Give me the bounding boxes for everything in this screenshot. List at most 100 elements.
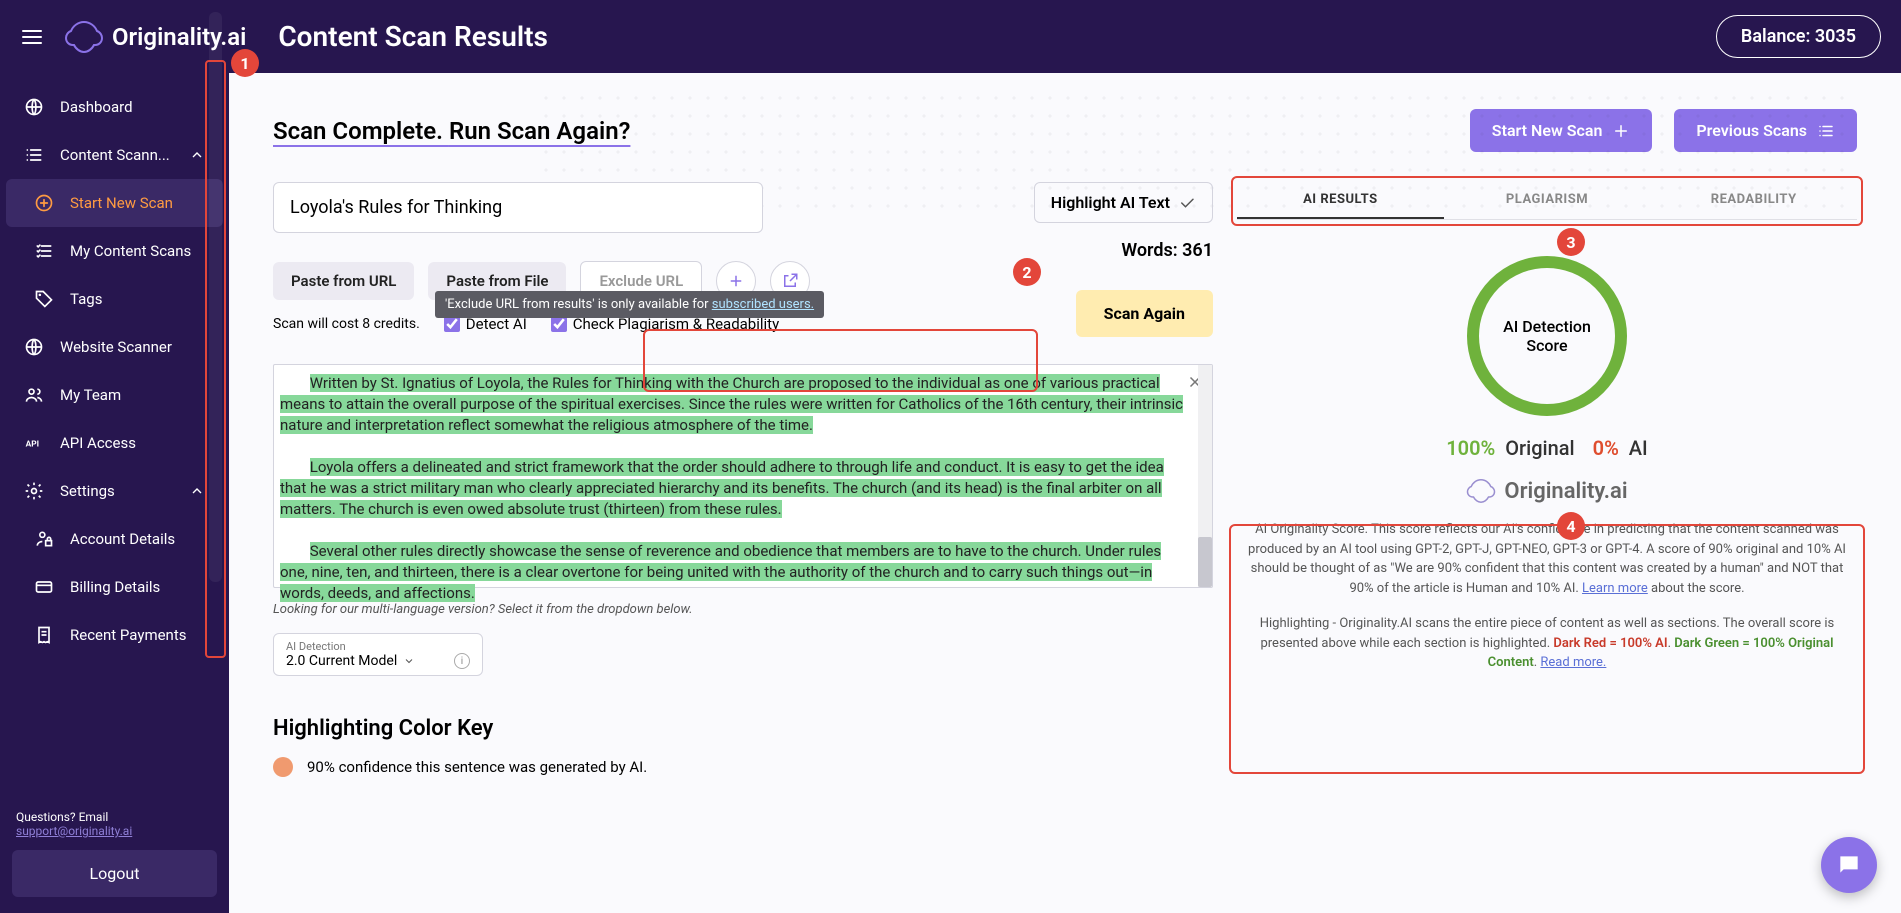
sidebar-item-billing-details[interactable]: Billing Details [6, 563, 223, 611]
check-icon [1178, 194, 1196, 212]
sidebar-item-start-new-scan[interactable]: Start New Scan [6, 179, 223, 227]
color-key-title: Highlighting Color Key [273, 716, 1213, 741]
model-select[interactable]: AI Detection 2.0 Current Model i [273, 633, 483, 676]
multilang-hint: Looking for our multi-language version? … [273, 602, 1213, 617]
receipt-icon [34, 625, 54, 645]
sidebar-item-label: Content Scann... [60, 146, 170, 164]
exclude-url-tooltip: 'Exclude URL from results' is only avail… [435, 291, 824, 318]
sidebar-item-label: My Team [60, 386, 121, 404]
model-select-value: 2.0 Current Model [286, 653, 397, 669]
sidebar-item-account-details[interactable]: Account Details [6, 515, 223, 563]
main-content: Scan Complete. Run Scan Again? Start New… [229, 73, 1901, 913]
annotation-1: 1 [231, 49, 259, 77]
info-icon[interactable]: i [454, 653, 470, 669]
model-select-label: AI Detection [286, 640, 470, 653]
gauge-label-2: Score [1526, 336, 1567, 355]
gauge-label-1: AI Detection [1503, 317, 1591, 336]
color-key-row: 90% confidence this sentence was generat… [273, 757, 1213, 777]
original-score: 100% Original [1446, 436, 1574, 460]
hamburger-icon[interactable] [20, 25, 44, 49]
chevron-down-icon [403, 655, 415, 667]
sidebar-item-label: My Content Scans [70, 242, 191, 260]
previous-scans-button[interactable]: Previous Scans [1674, 109, 1857, 152]
sidebar-item-label: API Access [60, 434, 136, 452]
api-icon: API [24, 433, 44, 453]
editor-scroll-thumb[interactable] [1198, 537, 1212, 587]
sidebar-item-recent-payments[interactable]: Recent Payments [6, 611, 223, 659]
learn-more-link[interactable]: Learn more [1582, 581, 1648, 596]
color-key-text: 90% confidence this sentence was generat… [307, 758, 647, 776]
app-header: Originality.ai Content Scan Results Bala… [0, 0, 1901, 73]
sidebar: Dashboard Content Scann... Start New Scan M… [0, 73, 229, 913]
editor-paragraph-1: Written by St. Ignatius of Loyola, the R… [280, 374, 1183, 434]
gauge-section: AI Detection Score 100% Original 0% AI O… [1237, 256, 1857, 504]
sidebar-item-my-content-scans[interactable]: My Content Scans [6, 227, 223, 275]
sidebar-item-api-access[interactable]: API API Access [6, 419, 223, 467]
color-swatch [273, 757, 293, 777]
score-description: AI Originality Score. This score reflect… [1237, 520, 1857, 598]
tab-ai-results[interactable]: AI RESULTS [1237, 182, 1444, 219]
sidebar-item-my-team[interactable]: My Team [6, 371, 223, 419]
paste-from-url-button[interactable]: Paste from URL [273, 262, 414, 300]
gear-icon [24, 481, 44, 501]
svg-text:API: API [26, 439, 39, 449]
sidebar-item-website-scanner[interactable]: Website Scanner [6, 323, 223, 371]
previous-scans-label: Previous Scans [1696, 121, 1807, 140]
sidebar-item-label: Dashboard [60, 98, 133, 116]
scan-complete-heading: Scan Complete. Run Scan Again? [273, 117, 630, 145]
chat-fab[interactable] [1821, 837, 1877, 893]
check-plagiarism-input[interactable] [551, 316, 567, 332]
balance-pill[interactable]: Balance: 3035 [1716, 15, 1881, 58]
sidebar-item-tags[interactable]: Tags [6, 275, 223, 323]
sidebar-scrollbar[interactable] [209, 12, 222, 582]
ai-score: 0% AI [1593, 436, 1648, 460]
sidebar-footer: Questions? Email support@originality.ai [0, 798, 229, 850]
editor-paragraph-2: Loyola offers a delineated and strict fr… [280, 458, 1164, 518]
sidebar-item-label: Website Scanner [60, 338, 172, 356]
sidebar-item-label: Billing Details [70, 578, 160, 596]
tag-icon [34, 289, 54, 309]
users-icon [24, 385, 44, 405]
plus-icon [727, 272, 745, 290]
annotation-3: 3 [1557, 228, 1585, 256]
start-new-scan-label: Start New Scan [1492, 121, 1603, 140]
plus-icon [1612, 122, 1630, 140]
words-count: Words: 361 [1121, 240, 1213, 261]
highlight-ai-toggle[interactable]: Highlight AI Text [1034, 182, 1213, 223]
page-title: Content Scan Results [278, 20, 548, 53]
left-column: Highlight AI Text Words: 361 Scan Again … [273, 182, 1213, 777]
sidebar-item-label: Settings [60, 482, 115, 500]
ai-detection-gauge: AI Detection Score [1467, 256, 1627, 416]
questions-label: Questions? Email [16, 810, 108, 824]
sidebar-item-label: Recent Payments [70, 626, 186, 644]
logout-button[interactable]: Logout [12, 850, 217, 897]
sidebar-item-settings[interactable]: Settings [6, 467, 223, 515]
right-column: AI RESULTS PLAGIARISM READABILITY AI Det… [1237, 182, 1857, 673]
card-icon [34, 577, 54, 597]
support-email-link[interactable]: support@originality.ai [16, 824, 132, 838]
subscribed-users-link[interactable]: subscribed users. [712, 297, 814, 312]
top-row: Scan Complete. Run Scan Again? Start New… [273, 109, 1857, 152]
detect-ai-input[interactable] [444, 316, 460, 332]
sidebar-item-label: Tags [70, 290, 102, 308]
highlight-ai-label: Highlight AI Text [1051, 193, 1170, 212]
result-tabs: AI RESULTS PLAGIARISM READABILITY [1237, 182, 1857, 220]
tab-plagiarism[interactable]: PLAGIARISM [1444, 182, 1651, 219]
start-new-scan-button[interactable]: Start New Scan [1470, 109, 1653, 152]
content-editor[interactable]: Written by St. Ignatius of Loyola, the R… [273, 364, 1213, 588]
sidebar-scroll[interactable]: Dashboard Content Scann... Start New Scan M… [0, 73, 229, 798]
read-more-link[interactable]: Read more. [1540, 655, 1606, 670]
sidebar-item-dashboard[interactable]: Dashboard [6, 83, 223, 131]
originality-logo-gray: Originality.ai [1466, 478, 1627, 504]
list-icon [24, 145, 44, 165]
run-again-link[interactable]: Run Scan Again? [449, 117, 630, 145]
scan-title-input[interactable] [273, 182, 763, 233]
share-icon [781, 272, 799, 290]
highlighting-description: Highlighting - Originality.AI scans the … [1237, 614, 1857, 673]
logo-text: Originality.ai [112, 23, 246, 51]
list-icon [1817, 122, 1835, 140]
sidebar-item-content-scann-[interactable]: Content Scann... [6, 131, 223, 179]
tab-readability[interactable]: READABILITY [1650, 182, 1857, 219]
scan-complete-text: Scan Complete. [273, 117, 449, 145]
options-row: Scan will cost 8 credits. Detect AI Chec… [273, 315, 1213, 333]
